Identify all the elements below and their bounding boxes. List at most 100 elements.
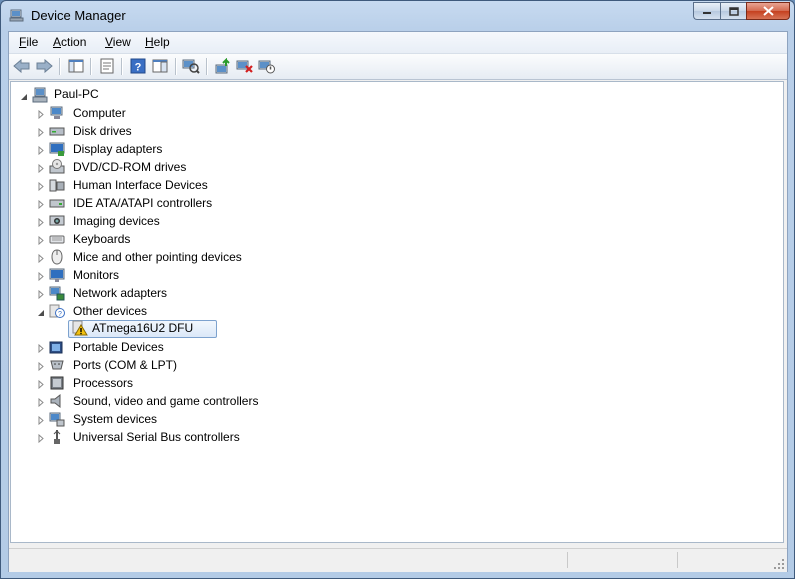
computer-root-icon — [32, 87, 48, 103]
tree-item-monitors[interactable]: Monitors — [73, 268, 119, 282]
resize-grip-icon[interactable] — [773, 558, 785, 570]
tree-item-disk-drives[interactable]: Disk drives — [73, 124, 132, 138]
expand-arrow-icon[interactable] — [36, 290, 45, 299]
usb-icon — [53, 430, 61, 444]
dvd-drive-icon — [49, 159, 65, 174]
ide-controller-icon — [49, 199, 65, 208]
menu-help-mnemonic: H — [145, 35, 154, 49]
tree-item-imaging-devices[interactable]: Imaging devices — [73, 214, 160, 228]
toolbar-separator — [121, 58, 123, 75]
scan-hardware-button[interactable] — [181, 57, 201, 75]
minimize-button[interactable] — [693, 2, 720, 20]
portable-device-icon — [49, 341, 63, 354]
window-title: Device Manager — [31, 8, 126, 23]
menu-bar: File Action View Help — [9, 32, 787, 54]
status-pane — [677, 552, 678, 568]
uninstall-icon — [236, 60, 253, 73]
device-tree[interactable]: Paul-PC Computer Disk drives Display adapt… — [10, 81, 784, 543]
expand-arrow-icon[interactable] — [36, 110, 45, 119]
forward-button[interactable] — [34, 57, 54, 75]
forward-icon — [36, 59, 53, 73]
toolbar: ? — [9, 54, 787, 80]
tree-item-network-adapters[interactable]: Network adapters — [73, 286, 167, 300]
expand-arrow-icon[interactable] — [36, 200, 45, 209]
expand-arrow-icon[interactable] — [36, 272, 45, 281]
menu-help[interactable]: Help — [145, 35, 170, 49]
expand-arrow-icon[interactable] — [36, 182, 45, 191]
menu-view-mnemonic: V — [105, 35, 113, 49]
menu-file[interactable]: File — [19, 35, 38, 49]
expand-arrow-icon[interactable] — [36, 164, 45, 173]
menu-view[interactable]: View — [105, 35, 131, 49]
client-area: File Action View Help ? Paul-PC Computer… — [8, 31, 788, 572]
title-bar[interactable]: Device Manager — [1, 1, 794, 31]
unknown-device-warning-icon — [72, 320, 88, 336]
menu-view-label: iew — [112, 35, 131, 49]
tree-item-other-devices[interactable]: Other devices — [73, 304, 147, 318]
tree-item-display-adapters[interactable]: Display adapters — [73, 142, 162, 156]
tree-item-system-devices[interactable]: System devices — [73, 412, 157, 426]
status-pane — [567, 552, 568, 568]
show-hide-tree-button[interactable] — [66, 57, 86, 75]
expand-arrow-icon[interactable] — [36, 380, 45, 389]
svg-text:?: ? — [135, 62, 142, 74]
expand-arrow-icon[interactable] — [36, 362, 45, 371]
help-icon: ? — [130, 58, 146, 74]
expand-arrow-icon[interactable] — [36, 218, 45, 227]
back-button[interactable] — [12, 57, 32, 75]
expand-arrow-icon[interactable] — [36, 416, 45, 425]
properties-button[interactable] — [97, 57, 117, 75]
tree-item-dvd-cdrom-drives[interactable]: DVD/CD-ROM drives — [73, 160, 186, 174]
expand-arrow-icon[interactable] — [36, 344, 45, 353]
close-button[interactable] — [746, 2, 790, 20]
port-icon — [50, 360, 64, 370]
expand-arrow-icon[interactable] — [36, 128, 45, 137]
status-bar — [9, 548, 787, 572]
menu-action[interactable]: Action — [53, 35, 86, 49]
menu-action-label: ction — [61, 35, 87, 49]
scan-hardware-icon — [182, 59, 200, 74]
tree-item-mice[interactable]: Mice and other pointing devices — [73, 250, 242, 264]
tree-item-keyboards[interactable]: Keyboards — [73, 232, 130, 246]
tree-item-sound-video-game[interactable]: Sound, video and game controllers — [73, 394, 258, 408]
tree-item-processors[interactable]: Processors — [73, 376, 133, 390]
device-atmega16u2-dfu[interactable]: ATmega16U2 DFU — [92, 321, 193, 335]
hid-icon — [49, 179, 65, 192]
expand-arrow-icon[interactable] — [36, 146, 45, 155]
close-icon — [762, 6, 774, 16]
tree-item-human-interface-devices[interactable]: Human Interface Devices — [73, 178, 208, 192]
toolbar-separator — [175, 58, 177, 75]
collapse-arrow-icon[interactable] — [36, 308, 45, 317]
collapse-arrow-icon[interactable] — [19, 92, 28, 101]
back-icon — [13, 59, 30, 73]
tree-item-computer[interactable]: Computer — [73, 106, 126, 120]
disable-icon — [258, 60, 275, 74]
properties-icon — [100, 58, 114, 74]
svg-text:?: ? — [58, 311, 62, 318]
tree-item-portable-devices[interactable]: Portable Devices — [73, 340, 164, 354]
tree-item-ide-ata-atapi-controllers[interactable]: IDE ATA/ATAPI controllers — [73, 196, 212, 210]
help-button[interactable]: ? — [128, 57, 148, 75]
tree-item-ports[interactable]: Ports (COM & LPT) — [73, 358, 177, 372]
expand-arrow-icon[interactable] — [36, 398, 45, 407]
device-manager-window: Device Manager File Action View Help ? P… — [0, 0, 795, 579]
expand-arrow-icon[interactable] — [36, 254, 45, 263]
update-driver-icon — [215, 58, 230, 74]
computer-icon — [50, 106, 63, 119]
menu-action-mnemonic: A — [53, 35, 62, 49]
tree-item-usb-controllers[interactable]: Universal Serial Bus controllers — [73, 430, 240, 444]
maximize-button[interactable] — [720, 2, 746, 20]
menu-file-label: ile — [26, 35, 39, 49]
maximize-icon — [728, 6, 739, 16]
minimize-icon — [703, 12, 711, 14]
disable-button[interactable] — [257, 57, 277, 75]
other-devices-icon: ? — [49, 304, 65, 318]
update-driver-button[interactable] — [213, 57, 233, 75]
uninstall-button[interactable] — [235, 57, 255, 75]
expand-arrow-icon[interactable] — [36, 434, 45, 443]
action-pane-button[interactable] — [150, 57, 170, 75]
expand-arrow-icon[interactable] — [36, 236, 45, 245]
network-adapter-icon — [49, 286, 65, 301]
mouse-icon — [51, 249, 63, 265]
tree-root-label[interactable]: Paul-PC — [54, 87, 99, 101]
